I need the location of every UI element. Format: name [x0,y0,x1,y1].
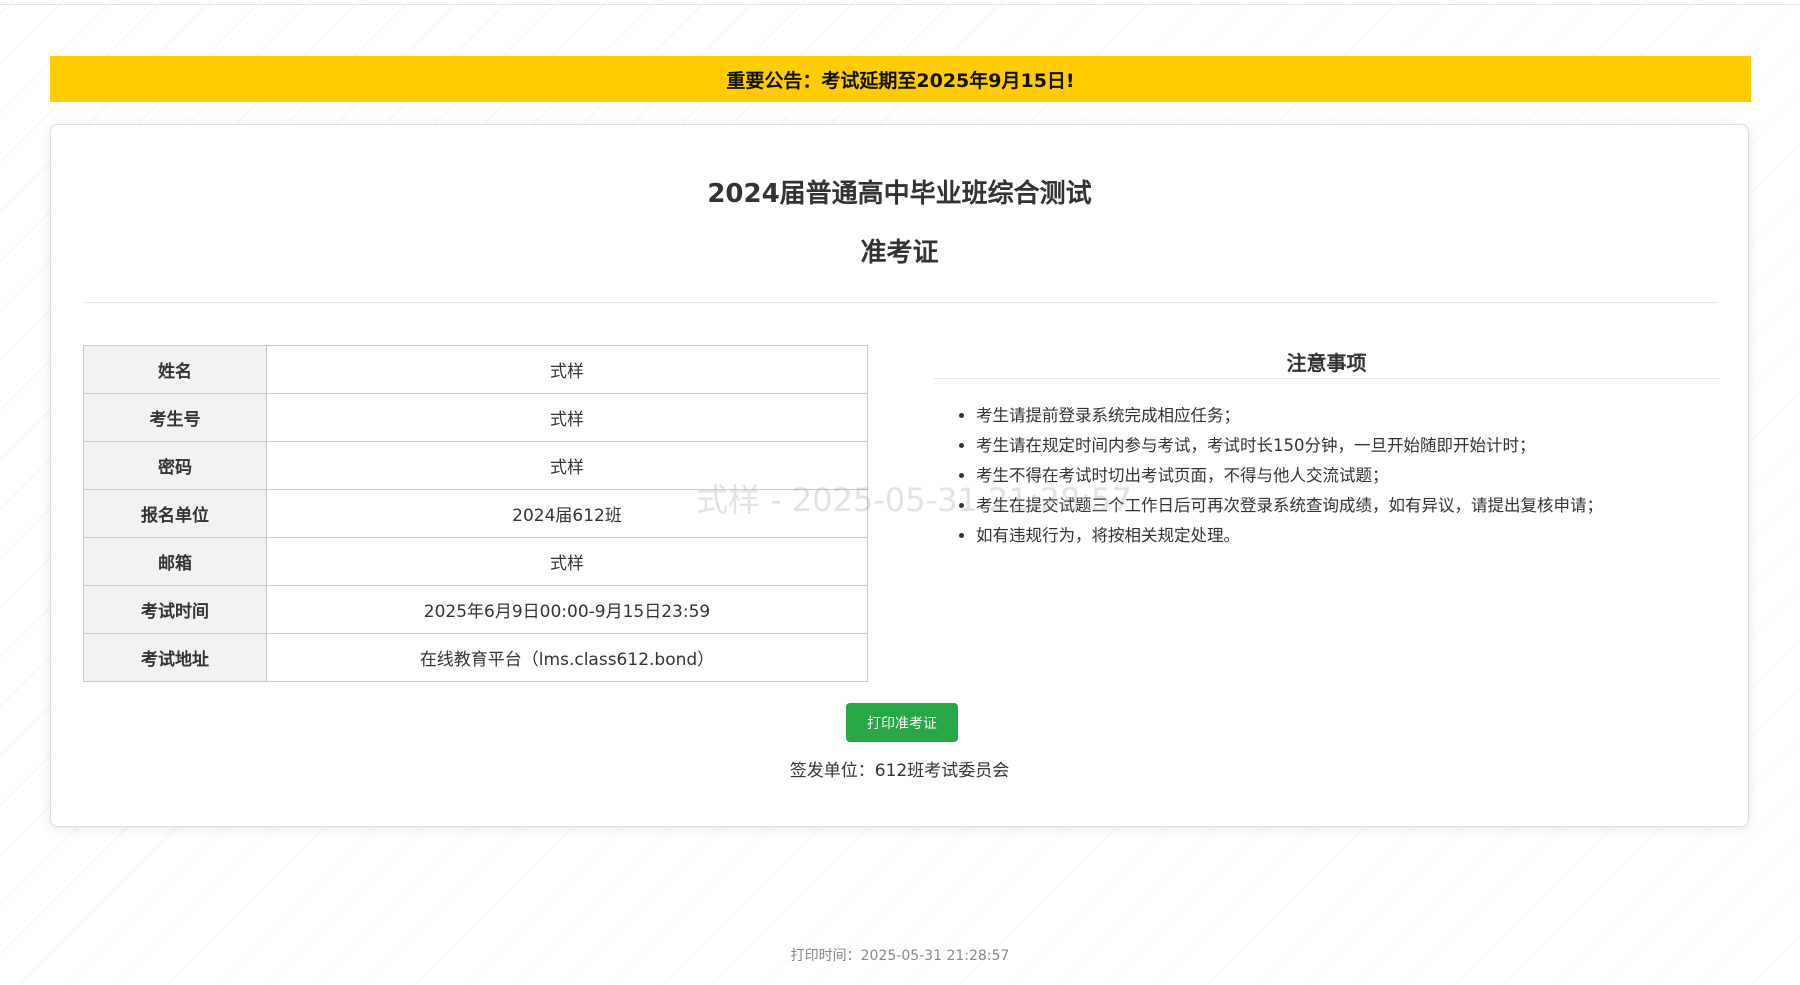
list-item: 如有违规行为，将按相关规定处理。 [976,521,1719,551]
name-value: 式样 [266,345,868,394]
issuer-text: 签发单位：612班考试委员会 [789,761,1010,781]
print-time: 打印时间：2025-05-31 21:28:57 [790,948,1010,964]
list-item: 考生在提交试题三个工作日后可再次登录系统查询成绩，如有异议，请提出复核申请； [976,491,1719,521]
notice-list: 考生请提前登录系统完成相应任务； 考生请在规定时间内参与考试，考试时长150分钟… [934,401,1719,551]
exam-address-label: 考试地址 [83,633,267,682]
table-row: 考生号 式样 [83,393,868,442]
exam-address-value: 在线教育平台（lms.class612.bond） [266,633,868,682]
table-row: 考试时间 2025年6月9日00:00-9月15日23:59 [83,585,868,634]
admission-ticket-card: 2024届普通高中毕业班综合测试 准考证 姓名 式样 考生号 式样 密码 式样 … [50,124,1749,827]
exam-title: 2024届普通高中毕业班综合测试 [707,179,1092,209]
candidate-number-label: 考生号 [83,393,267,442]
registration-unit-value: 2024届612班 [266,489,868,538]
notice-section: 注意事项 考生请提前登录系统完成相应任务； 考生请在规定时间内参与考试，考试时长… [934,345,1719,551]
name-label: 姓名 [83,345,267,394]
print-admission-ticket-button[interactable]: 打印准考证 [846,703,958,742]
top-divider [0,4,1800,5]
table-row: 考试地址 在线教育平台（lms.class612.bond） [83,633,868,682]
header-divider [83,302,1718,303]
candidate-info-table: 姓名 式样 考生号 式样 密码 式样 报名单位 2024届612班 邮箱 式样 … [83,345,868,682]
announcement-text: 重要公告：考试延期至2025年9月15日! [726,69,1075,92]
email-label: 邮箱 [83,537,267,586]
table-row: 邮箱 式样 [83,537,868,586]
candidate-number-value: 式样 [266,393,868,442]
notice-title: 注意事项 [934,345,1719,379]
exam-time-value: 2025年6月9日00:00-9月15日23:59 [266,585,868,634]
password-value: 式样 [266,441,868,490]
table-row: 姓名 式样 [83,345,868,394]
exam-time-label: 考试时间 [83,585,267,634]
list-item: 考生请在规定时间内参与考试，考试时长150分钟，一旦开始随即开始计时； [976,431,1719,461]
list-item: 考生请提前登录系统完成相应任务； [976,401,1719,431]
registration-unit-label: 报名单位 [83,489,267,538]
email-value: 式样 [266,537,868,586]
announcement-banner: 重要公告：考试延期至2025年9月15日! [50,56,1751,102]
list-item: 考生不得在考试时切出考试页面，不得与他人交流试题； [976,461,1719,491]
table-row: 密码 式样 [83,441,868,490]
password-label: 密码 [83,441,267,490]
card-title: 准考证 [860,238,939,268]
table-row: 报名单位 2024届612班 [83,489,868,538]
